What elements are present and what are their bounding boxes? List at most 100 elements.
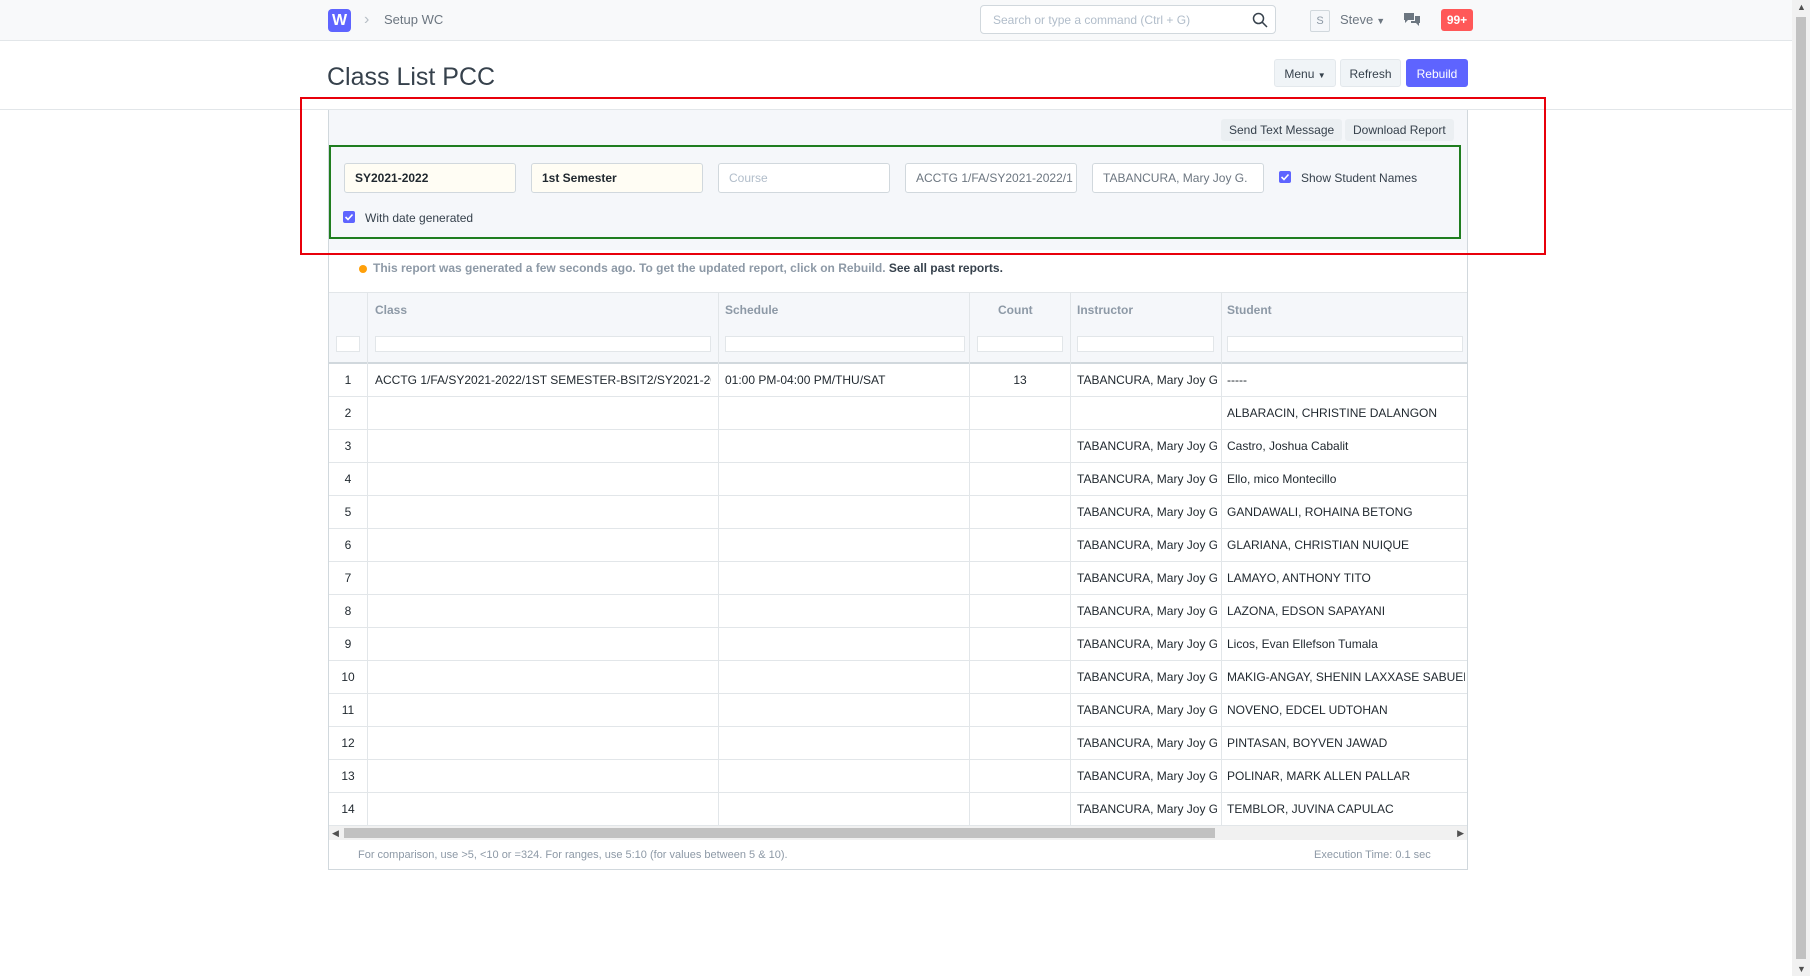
report-status-message: This report was generated a few seconds … xyxy=(373,261,1003,275)
cell-student[interactable]: MAKIG-ANGAY, SHENIN LAXXASE SABUERO xyxy=(1227,670,1465,684)
horizontal-scrollbar[interactable]: ◀ ▶ xyxy=(329,826,1467,840)
cell-instructor[interactable]: TABANCURA, Mary Joy G. xyxy=(1077,703,1217,717)
cell-instructor[interactable]: TABANCURA, Mary Joy G. xyxy=(1077,604,1217,618)
column-header-instructor[interactable]: Instructor xyxy=(1077,303,1133,317)
cell-student[interactable]: TEMBLOR, JUVINA CAPULAC xyxy=(1227,802,1465,816)
row-number: 8 xyxy=(344,604,352,618)
cell-student[interactable]: LAMAYO, ANTHONY TITO xyxy=(1227,571,1465,585)
report-grid: Class Schedule Count Instructor Student … xyxy=(329,292,1467,828)
row-number: 9 xyxy=(344,637,352,651)
cell-student[interactable]: PINTASAN, BOYVEN JAWAD xyxy=(1227,736,1465,750)
row-filter-input[interactable] xyxy=(336,336,360,352)
table-row[interactable]: 14 TABANCURA, Mary Joy G. TEMBLOR, JUVINA … xyxy=(329,793,1467,826)
count-filter-input[interactable] xyxy=(977,336,1063,352)
cell-student[interactable]: ALBARACIN, CHRISTINE DALANGON xyxy=(1227,406,1465,420)
table-row[interactable]: 4 TABANCURA, Mary Joy G. Ello, mico Montec… xyxy=(329,463,1467,496)
execution-time: Execution Time: 0.1 sec xyxy=(1314,849,1431,861)
scroll-right-icon[interactable]: ▶ xyxy=(1457,828,1464,839)
table-row[interactable]: 10 TABANCURA, Mary Joy G. MAKIG-ANGAY, SHE… xyxy=(329,661,1467,694)
page-title: Class List PCC xyxy=(327,63,496,91)
column-divider xyxy=(718,292,719,828)
past-reports-link[interactable]: See all past reports. xyxy=(889,261,1003,275)
table-row[interactable]: 12 TABANCURA, Mary Joy G. PINTASAN, BOYVEN… xyxy=(329,727,1467,760)
row-number: 10 xyxy=(341,670,355,684)
table-row[interactable]: 8 TABANCURA, Mary Joy G. LAZONA, EDSON SAP… xyxy=(329,595,1467,628)
table-row[interactable]: 1 ACCTG 1/FA/SY2021-2022/1ST SEMESTER-BSI… xyxy=(329,364,1467,397)
cell-instructor[interactable]: TABANCURA, Mary Joy G. xyxy=(1077,505,1217,519)
instructor-filter-input[interactable] xyxy=(1077,336,1214,352)
cell-instructor[interactable]: TABANCURA, Mary Joy G. xyxy=(1077,637,1217,651)
avatar[interactable]: S xyxy=(1310,10,1330,32)
vertical-scrollbar[interactable]: ▲ ▼ xyxy=(1792,0,1810,976)
awesomebar xyxy=(980,5,1276,34)
scroll-left-icon[interactable]: ◀ xyxy=(332,828,339,839)
row-number: 11 xyxy=(341,703,355,717)
cell-student[interactable]: GLARIANA, CHRISTIAN NUIQUE xyxy=(1227,538,1465,552)
schedule-filter-input[interactable] xyxy=(725,336,965,352)
column-header-schedule[interactable]: Schedule xyxy=(725,303,778,317)
cell-instructor[interactable]: TABANCURA, Mary Joy G. xyxy=(1077,736,1217,750)
menu-button[interactable]: Menu ▼ xyxy=(1274,59,1336,87)
navbar: W › Setup WC S Steve▼ 99+ xyxy=(0,0,1792,41)
app-logo[interactable]: W xyxy=(328,9,351,32)
cell-count[interactable]: 13 xyxy=(977,373,1063,387)
status-dot xyxy=(359,265,367,273)
cell-instructor[interactable]: TABANCURA, Mary Joy G. xyxy=(1077,769,1217,783)
table-row[interactable]: 11 TABANCURA, Mary Joy G. NOVENO, EDCEL UD… xyxy=(329,694,1467,727)
table-row[interactable]: 9 TABANCURA, Mary Joy G. Licos, Evan Ellef… xyxy=(329,628,1467,661)
scrollbar-thumb[interactable] xyxy=(1796,17,1806,959)
report-status-text: This report was generated a few seconds … xyxy=(373,261,886,275)
cell-student[interactable]: ----- xyxy=(1227,373,1465,387)
cell-student[interactable]: GANDAWALI, ROHAINA BETONG xyxy=(1227,505,1465,519)
table-row[interactable]: 13 TABANCURA, Mary Joy G. POLINAR, MARK AL… xyxy=(329,760,1467,793)
cell-student[interactable]: Castro, Joshua Cabalit xyxy=(1227,439,1465,453)
cell-student[interactable]: POLINAR, MARK ALLEN PALLAR xyxy=(1227,769,1465,783)
cell-instructor[interactable]: TABANCURA, Mary Joy G. xyxy=(1077,373,1217,387)
chat-icon[interactable] xyxy=(1403,12,1421,28)
column-divider xyxy=(367,292,368,828)
cell-schedule[interactable]: 01:00 PM-04:00 PM/THU/SAT xyxy=(725,373,965,387)
table-row[interactable]: 2 ALBARACIN, CHRISTINE DALANGON xyxy=(329,397,1467,430)
table-row[interactable]: 7 TABANCURA, Mary Joy G. LAMAYO, ANTHONY T… xyxy=(329,562,1467,595)
user-name: Steve xyxy=(1340,12,1374,27)
row-number: 1 xyxy=(344,373,352,387)
row-number: 14 xyxy=(341,802,355,816)
column-header-student[interactable]: Student xyxy=(1227,303,1272,317)
row-number: 2 xyxy=(344,406,352,420)
table-row[interactable]: 3 TABANCURA, Mary Joy G. Castro, Joshua Ca… xyxy=(329,430,1467,463)
column-divider xyxy=(969,292,970,828)
search-icon[interactable] xyxy=(1251,11,1269,29)
cell-class[interactable]: ACCTG 1/FA/SY2021-2022/1ST SEMESTER-BSIT… xyxy=(375,373,711,387)
cell-instructor[interactable]: TABANCURA, Mary Joy G. xyxy=(1077,571,1217,585)
table-row[interactable]: 5 TABANCURA, Mary Joy G. GANDAWALI, ROHAIN… xyxy=(329,496,1467,529)
cell-instructor[interactable]: TABANCURA, Mary Joy G. xyxy=(1077,538,1217,552)
notification-badge[interactable]: 99+ xyxy=(1441,9,1473,31)
cell-instructor[interactable]: TABANCURA, Mary Joy G. xyxy=(1077,472,1217,486)
table-row[interactable]: 6 TABANCURA, Mary Joy G. GLARIANA, CHRISTI… xyxy=(329,529,1467,562)
chevron-right-icon: › xyxy=(364,11,370,28)
caret-down-icon: ▼ xyxy=(1376,16,1386,26)
cell-student[interactable]: Licos, Evan Ellefson Tumala xyxy=(1227,637,1465,651)
cell-student[interactable]: Ello, mico Montecillo xyxy=(1227,472,1465,486)
search-input[interactable] xyxy=(991,12,1245,28)
student-filter-input[interactable] xyxy=(1227,336,1463,352)
class-filter-input[interactable] xyxy=(375,336,711,352)
row-number: 7 xyxy=(344,571,352,585)
cell-student[interactable]: LAZONA, EDSON SAPAYANI xyxy=(1227,604,1465,618)
user-menu[interactable]: Steve ▼ xyxy=(1340,12,1385,27)
breadcrumb[interactable]: Setup WC xyxy=(384,12,443,27)
rebuild-button[interactable]: Rebuild xyxy=(1406,59,1468,87)
scroll-up-icon[interactable]: ▲ xyxy=(1797,2,1806,12)
grid-header: Class Schedule Count Instructor Student xyxy=(329,292,1467,364)
cell-instructor[interactable]: TABANCURA, Mary Joy G. xyxy=(1077,802,1217,816)
cell-instructor[interactable]: TABANCURA, Mary Joy G. xyxy=(1077,439,1217,453)
row-number: 6 xyxy=(344,538,352,552)
refresh-button[interactable]: Refresh xyxy=(1340,59,1401,87)
annotation-green-box xyxy=(329,145,1461,239)
column-header-class[interactable]: Class xyxy=(375,303,407,317)
cell-instructor[interactable]: TABANCURA, Mary Joy G. xyxy=(1077,670,1217,684)
cell-student[interactable]: NOVENO, EDCEL UDTOHAN xyxy=(1227,703,1465,717)
scroll-down-icon[interactable]: ▼ xyxy=(1797,964,1806,974)
scrollbar-thumb[interactable] xyxy=(344,828,1215,838)
column-header-count[interactable]: Count xyxy=(998,303,1033,317)
